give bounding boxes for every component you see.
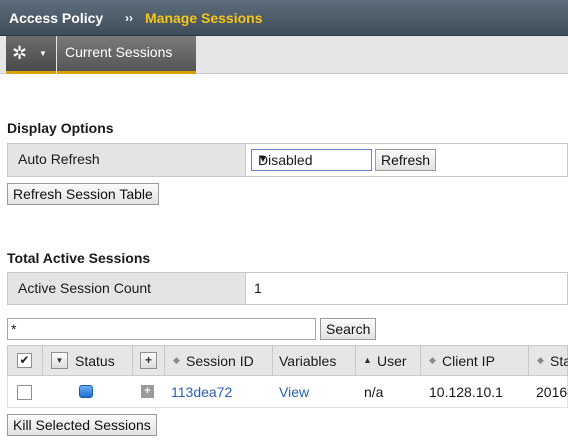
sort-icon: ◆: [173, 355, 180, 365]
header-client-ip[interactable]: ◆ Client IP: [421, 346, 529, 375]
header-variables: Variables: [273, 346, 356, 375]
header-user[interactable]: ▲ User: [356, 346, 421, 375]
tab-strip: ✲ ▼ Current Sessions: [0, 36, 568, 74]
header-start[interactable]: ◆ Sta: [529, 346, 568, 375]
sort-ascending-icon: ▲: [363, 355, 372, 365]
tab-label: Current Sessions: [65, 44, 173, 60]
gear-menu-button[interactable]: ✲ ▼: [6, 36, 56, 74]
active-session-count-label: Active Session Count: [18, 280, 152, 296]
sort-icon: ◆: [429, 355, 436, 365]
active-session-count-value: 1: [254, 280, 262, 296]
header-select-all-cell: ✔: [8, 346, 43, 375]
table-header: ✔ ▼ Status + ◆ Session ID Variables ▲ Us…: [7, 345, 568, 376]
auto-refresh-label-cell: Auto Refresh: [8, 144, 246, 176]
select-all-checkbox[interactable]: ✔: [17, 353, 32, 368]
user-value: n/a: [364, 384, 384, 400]
header-status[interactable]: ▼ Status: [43, 346, 133, 375]
title-bar: Access Policy ›› Manage Sessions: [0, 0, 568, 36]
active-sessions-title: Total Active Sessions: [7, 250, 151, 266]
start-time-value: 2016-: [536, 384, 568, 400]
active-session-count-label-cell: Active Session Count: [8, 273, 246, 304]
variables-column-label: Variables: [279, 353, 337, 369]
dropdown-arrow-icon: ▼: [258, 154, 268, 165]
sort-icon: ◆: [537, 355, 544, 365]
expand-row-plus-icon[interactable]: +: [141, 385, 154, 398]
user-column-label: User: [377, 353, 407, 369]
auto-refresh-label: Auto Refresh: [18, 151, 100, 167]
refresh-button[interactable]: Refresh: [375, 149, 437, 171]
search-input[interactable]: *: [7, 318, 316, 340]
start-column-label: Sta: [550, 353, 568, 369]
page-title: Manage Sessions: [145, 10, 263, 26]
tab-current-sessions[interactable]: Current Sessions: [57, 36, 196, 74]
session-id-link[interactable]: 113dea72: [171, 384, 232, 400]
status-active-icon: [79, 385, 93, 398]
search-input-value: *: [11, 321, 17, 337]
row-select-checkbox[interactable]: [17, 385, 32, 400]
client-ip-value: 10.128.10.1: [429, 384, 503, 400]
header-session-id[interactable]: ◆ Session ID: [165, 346, 273, 375]
gear-icon: ✲: [12, 43, 28, 63]
header-expand-all: +: [133, 346, 165, 375]
auto-refresh-select[interactable]: Disabled ▼: [251, 149, 372, 171]
client-ip-column-label: Client IP: [442, 353, 495, 369]
chevron-down-icon: ▼: [39, 49, 47, 58]
breadcrumb-separator: ››: [125, 11, 133, 25]
session-id-column-label: Session ID: [186, 353, 254, 369]
table-row[interactable]: + 113dea72 View n/a 10.128.10.1 2016-: [7, 376, 568, 408]
kill-selected-sessions-button[interactable]: Kill Selected Sessions: [7, 414, 157, 436]
breadcrumb-section[interactable]: Access Policy: [9, 10, 103, 26]
view-variables-link[interactable]: View: [279, 384, 309, 400]
active-session-count-row: Active Session Count 1: [7, 272, 568, 305]
display-options-title: Display Options: [7, 120, 114, 136]
search-button[interactable]: Search: [320, 318, 377, 340]
refresh-session-table-button[interactable]: Refresh Session Table: [7, 183, 159, 205]
expand-all-plus-icon[interactable]: +: [140, 352, 157, 369]
status-column-label: Status: [75, 353, 115, 369]
status-filter-dropdown-icon[interactable]: ▼: [51, 352, 68, 369]
